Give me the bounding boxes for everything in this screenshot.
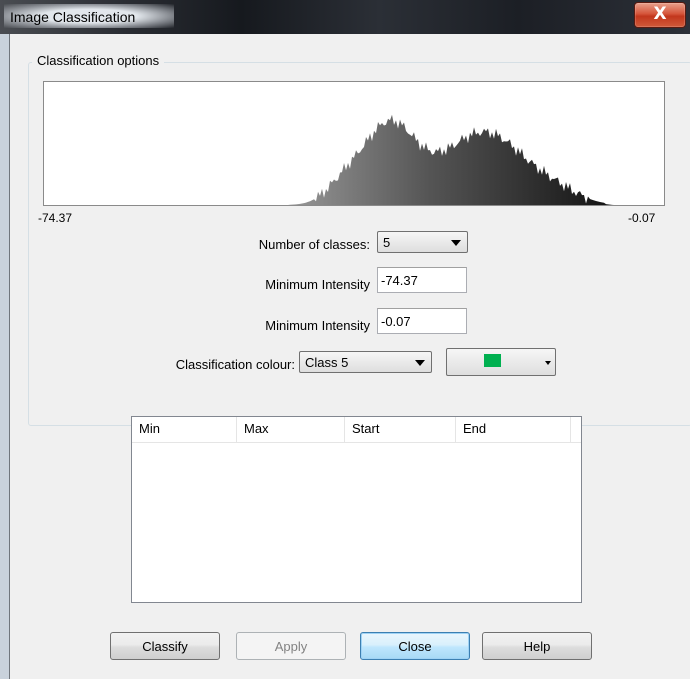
chevron-down-icon	[415, 360, 425, 366]
list-header: Min Max Start End	[132, 417, 581, 443]
minimum-intensity-field[interactable]	[377, 267, 467, 293]
histogram-bars	[44, 114, 664, 205]
maximum-intensity-input[interactable]	[378, 309, 466, 333]
group-label: Classification options	[32, 53, 165, 68]
close-button[interactable]: Close	[360, 632, 470, 660]
classification-colour-label: Classification colour:	[175, 357, 295, 372]
number-of-classes-value: 5	[383, 235, 391, 250]
histogram-max-label: -0.07	[628, 211, 656, 225]
minimum-intensity-input[interactable]	[378, 268, 466, 292]
classification-class-select[interactable]: Class 5	[299, 351, 432, 373]
classes-list[interactable]: Min Max Start End	[131, 416, 582, 603]
window-title: Image Classification	[10, 9, 136, 25]
close-icon: X	[653, 4, 667, 24]
column-header-max[interactable]: Max	[237, 417, 345, 442]
chevron-down-icon	[545, 361, 551, 365]
colour-swatch	[484, 354, 501, 367]
column-header-start[interactable]: Start	[345, 417, 456, 442]
dialog-client-area: Classification options -74.37 -0.07 Numb…	[10, 34, 690, 679]
apply-button[interactable]: Apply	[236, 632, 346, 660]
title-bar[interactable]: Image Classification X	[0, 0, 690, 34]
classification-class-value: Class 5	[305, 355, 349, 370]
classify-button[interactable]: Classify	[110, 632, 220, 660]
chevron-down-icon	[451, 240, 461, 246]
histogram-min-label: -74.37	[38, 211, 73, 225]
maximum-intensity-label: Minimum Intensity	[265, 318, 370, 333]
minimum-intensity-label: Minimum Intensity	[265, 277, 370, 292]
number-of-classes-label: Number of classes:	[258, 237, 370, 252]
close-window-button[interactable]: X	[634, 2, 686, 28]
histogram-chart	[44, 114, 664, 205]
colour-picker-button[interactable]	[446, 348, 556, 376]
intensity-histogram[interactable]	[43, 81, 665, 206]
maximum-intensity-field[interactable]	[377, 308, 467, 334]
column-header-end[interactable]: End	[456, 417, 571, 442]
number-of-classes-select[interactable]: 5	[377, 231, 468, 253]
help-button[interactable]: Help	[482, 632, 592, 660]
column-header-min[interactable]: Min	[132, 417, 237, 442]
